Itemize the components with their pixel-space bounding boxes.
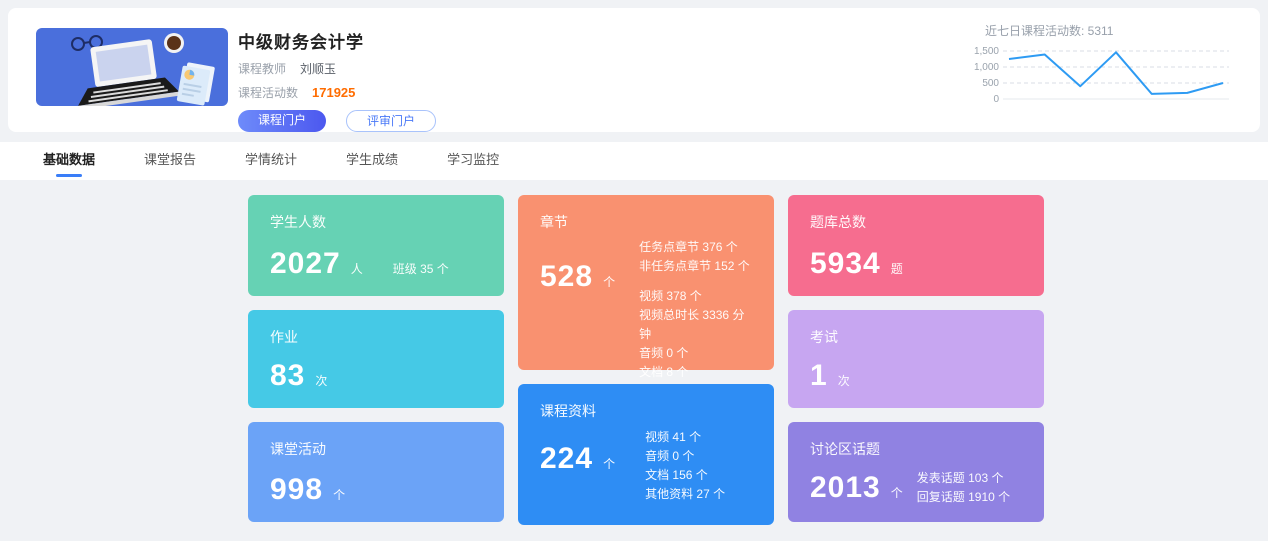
chart-title: 近七日课程活动数: 5311 <box>957 22 1242 39</box>
card-exam-value: 1 <box>810 359 828 393</box>
teacher-label: 课程教师 <box>238 60 286 77</box>
chapters-audios: 音频 0 个 <box>639 344 752 363</box>
course-header-card: 中级财务会计学 课程教师 刘顺玉 课程活动数 171925 课程门户 评审门户 … <box>8 8 1260 132</box>
card-chapters-title: 章节 <box>540 212 752 232</box>
course-title: 中级财务会计学 <box>238 28 436 53</box>
chapters-documents: 文档 8 个 <box>639 363 752 382</box>
materials-other: 其他资料 27 个 <box>645 485 725 504</box>
tab-student-grades[interactable]: 学生成绩 <box>346 142 398 180</box>
card-students[interactable]: 学生人数 2027 人 班级 35 个 <box>248 195 504 296</box>
materials-videos: 视频 41 个 <box>645 428 725 447</box>
chapters-non-task-points: 非任务点章节 152 个 <box>639 257 752 276</box>
tab-learning-stats[interactable]: 学情统计 <box>245 142 297 180</box>
materials-documents: 文档 156 个 <box>645 466 725 485</box>
card-course-materials-value: 224 <box>540 442 593 476</box>
card-students-title: 学生人数 <box>270 212 482 232</box>
activity-count-value: 171925 <box>312 85 355 100</box>
card-homework-unit: 次 <box>315 372 327 389</box>
card-chapters-value: 528 <box>540 260 593 294</box>
card-question-bank-value: 5934 <box>810 247 881 281</box>
discussion-posted-topics: 发表话题 103 个 <box>917 469 1010 488</box>
card-chapters[interactable]: 章节 528 个 任务点章节 376 个 非任务点章节 152 个 视频 378… <box>518 195 774 370</box>
course-thumbnail[interactable] <box>36 28 228 106</box>
activity-chart-line <box>1009 52 1223 94</box>
teacher-name: 刘顺玉 <box>300 60 336 77</box>
materials-audios: 音频 0 个 <box>645 447 725 466</box>
course-portal-button[interactable]: 课程门户 <box>238 110 326 132</box>
card-exam-title: 考试 <box>810 327 1022 347</box>
card-course-materials-title: 课程资料 <box>540 401 752 421</box>
ytick-1000: 1,000 <box>974 62 999 73</box>
card-homework[interactable]: 作业 83 次 <box>248 310 504 408</box>
weekly-activity-chart: 近七日课程活动数: 5311 1,500 1,000 500 0 <box>957 22 1242 107</box>
card-classroom-activity-unit: 个 <box>333 486 345 503</box>
card-students-unit: 人 <box>351 260 363 277</box>
card-exam-unit: 次 <box>838 372 850 389</box>
card-discussion-title: 讨论区话题 <box>810 439 1022 459</box>
card-homework-value: 83 <box>270 359 305 393</box>
tab-bar: 基础数据 课堂报告 学情统计 学生成绩 学习监控 <box>0 142 1268 180</box>
ytick-1500: 1,500 <box>974 46 999 57</box>
card-course-materials[interactable]: 课程资料 224 个 视频 41 个 音频 0 个 文档 156 个 其他资料 … <box>518 384 774 525</box>
ytick-0: 0 <box>993 94 999 105</box>
card-classroom-activity-value: 998 <box>270 473 323 507</box>
card-classroom-activity-title: 课堂活动 <box>270 439 482 459</box>
card-exam[interactable]: 考试 1 次 <box>788 310 1044 408</box>
card-question-bank[interactable]: 题库总数 5934 题 <box>788 195 1044 296</box>
ytick-500: 500 <box>982 78 999 89</box>
stats-cards-grid: 学生人数 2027 人 班级 35 个 作业 83 次 课堂活动 998 个 章… <box>248 195 1044 525</box>
card-question-bank-title: 题库总数 <box>810 212 1022 232</box>
card-discussion-unit: 个 <box>891 484 903 501</box>
activity-count-label: 课程活动数 <box>238 84 298 101</box>
card-chapters-unit: 个 <box>603 273 615 290</box>
card-question-bank-unit: 题 <box>891 260 903 277</box>
card-classroom-activity[interactable]: 课堂活动 998 个 <box>248 422 504 522</box>
tab-learning-monitor[interactable]: 学习监控 <box>447 142 499 180</box>
chapters-video-duration: 视频总时长 3336 分钟 <box>639 306 752 344</box>
card-homework-title: 作业 <box>270 327 482 347</box>
card-discussion[interactable]: 讨论区话题 2013 个 发表话题 103 个 回复话题 1910 个 <box>788 422 1044 522</box>
review-portal-button[interactable]: 评审门户 <box>346 110 436 132</box>
card-course-materials-unit: 个 <box>603 455 615 472</box>
card-students-classes: 班级 35 个 <box>393 260 449 277</box>
discussion-reply-topics: 回复话题 1910 个 <box>917 488 1010 507</box>
chapters-task-points: 任务点章节 376 个 <box>639 238 752 257</box>
card-discussion-value: 2013 <box>810 471 881 505</box>
tab-class-report[interactable]: 课堂报告 <box>144 142 196 180</box>
card-students-value: 2027 <box>270 247 341 281</box>
chapters-videos: 视频 378 个 <box>639 287 752 306</box>
tab-basic-data[interactable]: 基础数据 <box>43 142 95 180</box>
